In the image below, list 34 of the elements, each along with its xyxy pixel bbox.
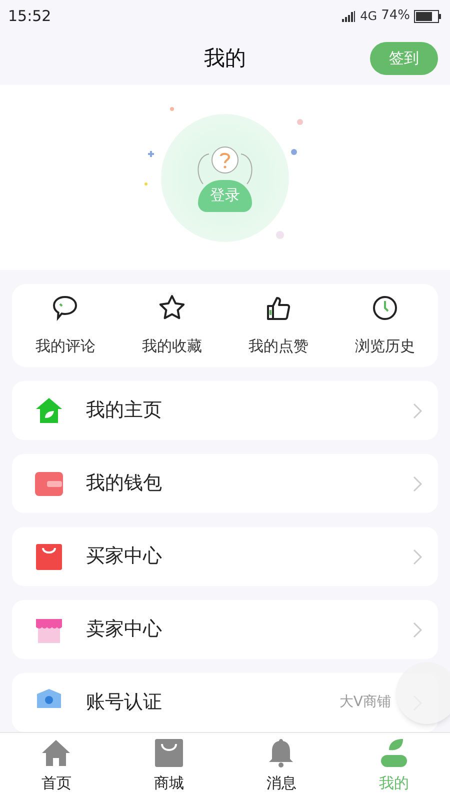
chevron-right-icon: [413, 402, 422, 418]
battery-icon: [414, 10, 442, 22]
status-time: 15:52: [8, 6, 52, 27]
tab-item[interactable]: 消息: [225, 733, 338, 800]
menu-label: 账号认证: [86, 690, 163, 716]
menu-label: 我的主页: [86, 398, 163, 424]
menu-label: 卖家中心: [86, 617, 163, 642]
shortcut-item[interactable]: 浏览历史: [332, 293, 438, 358]
menu-label: 买家中心: [86, 544, 163, 570]
shopping-bag-icon: [154, 738, 184, 768]
shortcut-item[interactable]: 我的点赞: [225, 293, 332, 358]
shortcut-item[interactable]: 我的收藏: [118, 293, 225, 358]
house-icon: [41, 738, 72, 768]
chevron-right-icon: [413, 548, 422, 564]
menu-label: 我的钱包: [86, 471, 163, 496]
menu-row[interactable]: 我的钱包: [12, 454, 438, 513]
page-title: 我的: [204, 44, 246, 72]
shortcut-item[interactable]: 我的评论: [12, 293, 118, 358]
house-icon: [34, 396, 64, 426]
tab-item[interactable]: 首页: [0, 733, 112, 800]
person-icon: [378, 738, 409, 768]
menu-row[interactable]: 账号认证 大V商铺: [12, 673, 438, 732]
menu-row[interactable]: 我的主页: [12, 381, 438, 440]
battery-percent: 74%: [381, 7, 410, 26]
menu-row[interactable]: 买家中心: [12, 527, 438, 586]
shopping-bag-icon: [34, 542, 64, 572]
menu-row[interactable]: 卖家中心: [12, 600, 438, 659]
tab-item[interactable]: 商城: [112, 733, 225, 800]
floating-assist-button[interactable]: [396, 662, 450, 724]
chevron-right-icon: [413, 476, 422, 492]
signal-icon: [342, 10, 356, 22]
network-label: 4G: [360, 8, 378, 25]
menu-value: 大V商铺: [339, 693, 391, 712]
chevron-right-icon: [413, 622, 422, 638]
